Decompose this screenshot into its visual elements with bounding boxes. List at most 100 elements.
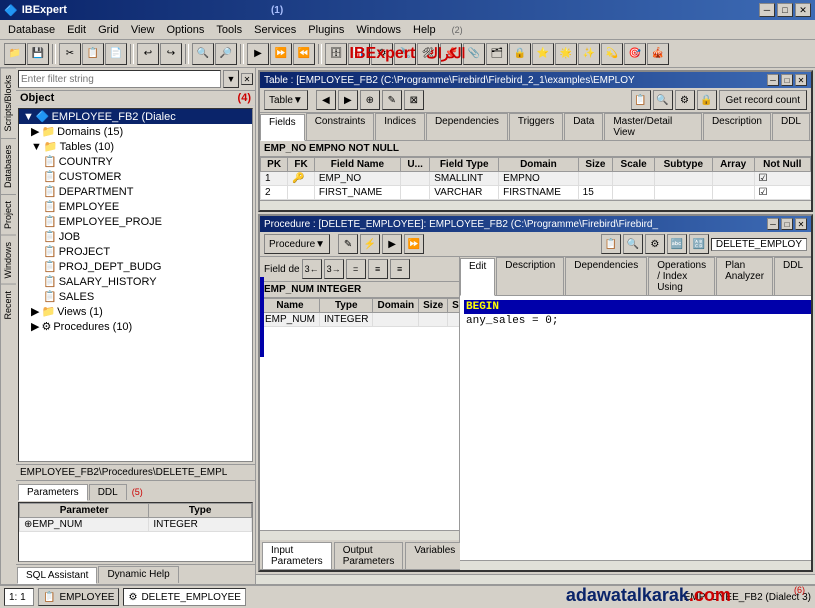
get-record-count-btn[interactable]: Get record count	[719, 90, 807, 110]
tree-employee[interactable]: 📋 EMPLOYEE	[19, 199, 252, 214]
menu-view[interactable]: View	[125, 22, 161, 38]
toolbar-btn-21[interactable]: ✨	[578, 43, 600, 65]
table-max-btn[interactable]: □	[781, 74, 793, 86]
tree-salary[interactable]: 📋 SALARY_HISTORY	[19, 274, 252, 289]
table-btn-1[interactable]: ◀	[316, 90, 336, 110]
tab-ops[interactable]: Operations / Index Using	[648, 257, 715, 295]
tree-department[interactable]: 📋 DEPARTMENT	[19, 184, 252, 199]
tree-tables[interactable]: ▼ 📁 Tables (10)	[19, 139, 252, 154]
taskbar-delete-employee[interactable]: ⚙ DELETE_EMPLOYEE	[123, 588, 245, 606]
tab-fields[interactable]: Fields	[260, 114, 305, 141]
tree-country[interactable]: 📋 COUNTRY	[19, 154, 252, 169]
table-min-btn[interactable]: ─	[767, 74, 779, 86]
menu-grid[interactable]: Grid	[92, 22, 125, 38]
table-close-btn[interactable]: ✕	[795, 74, 807, 86]
toolbar-btn-8[interactable]: 🔎	[215, 43, 237, 65]
sidebar-tab-databases[interactable]: Databases	[1, 138, 16, 194]
tree-db-root[interactable]: ▼ 🔷 EMPLOYEE_FB2 (Dialec	[19, 109, 252, 124]
toolbar-btn-14[interactable]: 🛠	[417, 43, 439, 65]
tab-ddl[interactable]: DDL	[89, 484, 127, 500]
table-btn-9[interactable]: 🔒	[697, 90, 717, 110]
proc-btn-step[interactable]: ⏩	[404, 234, 424, 254]
code-scrollbar-h[interactable]	[460, 560, 811, 570]
menu-plugins[interactable]: Plugins	[302, 22, 350, 38]
table-btn-7[interactable]: 🔍	[653, 90, 673, 110]
tab-data[interactable]: Data	[564, 113, 603, 140]
toolbar-btn-12[interactable]: ⚙	[371, 43, 393, 65]
tab-ddl[interactable]: DDL	[772, 113, 810, 140]
toolbar-btn-15[interactable]: 📌	[440, 43, 462, 65]
field-scrollbar[interactable]	[260, 530, 459, 540]
tab-constraints[interactable]: Constraints	[306, 113, 375, 140]
toolbar-btn-9[interactable]: ▶	[247, 43, 269, 65]
tab-depend[interactable]: Dependencies	[565, 257, 647, 295]
sidebar-tab-recent[interactable]: Recent	[1, 284, 16, 326]
taskbar-employee[interactable]: 📋 EMPLOYEE	[38, 588, 119, 606]
params-btn-5[interactable]: ≡	[390, 259, 410, 279]
proc-btn-7[interactable]: ⚙	[645, 234, 665, 254]
table-dropdown-btn[interactable]: Table ▼	[264, 90, 308, 110]
tree-job[interactable]: 📋 JOB	[19, 229, 252, 244]
tab-input-params[interactable]: Input Parameters	[262, 542, 332, 569]
table-btn-4[interactable]: ✎	[382, 90, 402, 110]
menu-edit[interactable]: Edit	[61, 22, 92, 38]
table-grid-container[interactable]: PK FK Field Name U... Field Type Domain …	[260, 157, 811, 200]
tree-domains[interactable]: ▶ 📁 Domains (15)	[19, 124, 252, 139]
menu-database[interactable]: Database	[2, 22, 61, 38]
proc-btn-9[interactable]: 🔠	[689, 234, 709, 254]
tab-sql-assistant[interactable]: SQL Assistant	[17, 567, 97, 584]
proc-btn-edit[interactable]: ✎	[338, 234, 358, 254]
code-editor[interactable]: BEGIN any_sales = 0;	[460, 296, 811, 560]
database-tree[interactable]: ▼ 🔷 EMPLOYEE_FB2 (Dialec ▶ 📁 Domains (15…	[18, 108, 253, 462]
table-btn-8[interactable]: ⚙	[675, 90, 695, 110]
tab-indices[interactable]: Indices	[375, 113, 425, 140]
menu-services[interactable]: Services	[248, 22, 302, 38]
tab-dynamic-help[interactable]: Dynamic Help	[98, 566, 178, 583]
toolbar-btn-6[interactable]: ↩	[137, 43, 159, 65]
proc-dropdown-btn[interactable]: Procedure ▼	[264, 234, 330, 254]
tab-masterdetail[interactable]: Master/Detail View	[604, 113, 702, 140]
tab-ddl2[interactable]: DDL	[774, 257, 811, 295]
menu-options[interactable]: Options	[161, 22, 211, 38]
toolbar-btn-22[interactable]: 💫	[601, 43, 623, 65]
tree-project[interactable]: 📋 PROJECT	[19, 244, 252, 259]
params-btn-3[interactable]: =	[346, 259, 366, 279]
tree-sales[interactable]: 📋 SALES	[19, 289, 252, 304]
table-btn-6[interactable]: 📋	[631, 90, 651, 110]
table-btn-3[interactable]: ⊕	[360, 90, 380, 110]
tab-output-params[interactable]: Output Parameters	[334, 542, 404, 569]
table-btn-2[interactable]: ▶	[338, 90, 358, 110]
tab-description[interactable]: Description	[703, 113, 771, 140]
params-btn-4[interactable]: ≡	[368, 259, 388, 279]
tab-plan[interactable]: Plan Analyzer	[716, 257, 773, 295]
sidebar-tab-windows[interactable]: Windows	[1, 235, 16, 285]
filter-input[interactable]	[18, 70, 221, 88]
toolbar-btn-10[interactable]: ⏩	[270, 43, 292, 65]
tab-triggers[interactable]: Triggers	[509, 113, 563, 140]
tree-employee-proje[interactable]: 📋 EMPLOYEE_PROJE	[19, 214, 252, 229]
params-btn-2[interactable]: 3→	[324, 259, 344, 279]
proc-btn-compile[interactable]: ⚡	[360, 234, 380, 254]
toolbar-btn-4[interactable]: 📋	[82, 43, 104, 65]
toolbar-btn-18[interactable]: 🔒	[509, 43, 531, 65]
main-scrollbar-h[interactable]	[256, 574, 815, 584]
toolbar-btn-23[interactable]: 🎯	[624, 43, 646, 65]
proc-btn-6[interactable]: 🔍	[623, 234, 643, 254]
tree-views[interactable]: ▶ 📁 Views (1)	[19, 304, 252, 319]
field-table-container[interactable]: Name Type Domain Size Scale Default S	[260, 298, 459, 530]
proc-close-btn[interactable]: ✕	[795, 218, 807, 230]
toolbar-btn-db[interactable]: 🗄	[325, 43, 347, 65]
tree-proj-dept[interactable]: 📋 PROJ_DEPT_BUDG	[19, 259, 252, 274]
sidebar-tab-scripts[interactable]: Scripts/Blocks	[1, 68, 16, 138]
tree-customer[interactable]: 📋 CUSTOMER	[19, 169, 252, 184]
menu-windows[interactable]: Windows	[350, 22, 407, 38]
menu-tools[interactable]: Tools	[210, 22, 248, 38]
tab-edit[interactable]: Edit	[460, 258, 495, 296]
maximize-button[interactable]: □	[777, 3, 793, 17]
tab-variables[interactable]: Variables	[405, 542, 464, 569]
params-btn-1[interactable]: 3←	[302, 259, 322, 279]
toolbar-btn-table[interactable]: 📊	[348, 43, 370, 65]
minimize-button[interactable]: ─	[759, 3, 775, 17]
table-scrollbar[interactable]	[260, 200, 811, 210]
tab-desc[interactable]: Description	[496, 257, 564, 295]
